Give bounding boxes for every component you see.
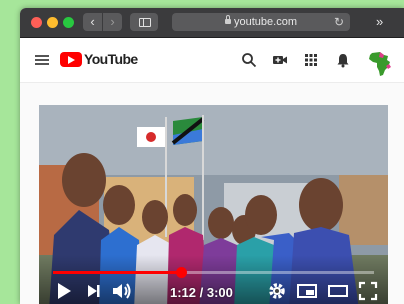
theater-icon[interactable] — [327, 281, 349, 301]
youtube-logo-text: YouTube — [84, 51, 138, 67]
browser-window: ‹ › youtube.com ↻ » YouTube 1:12 / 3:00 — [20, 8, 404, 304]
sidebar-toggle-button[interactable] — [130, 13, 158, 31]
time-display: 1:12 / 3:00 — [170, 285, 233, 300]
reload-button[interactable]: ↻ — [334, 13, 344, 31]
video-player[interactable]: 1:12 / 3:00 — [39, 105, 388, 304]
account-avatar[interactable] — [364, 48, 394, 78]
apps-icon[interactable] — [303, 52, 319, 68]
miniplayer-icon[interactable] — [296, 281, 318, 301]
forward-button[interactable]: › — [103, 13, 122, 31]
bell-icon[interactable] — [335, 52, 351, 68]
video-frame — [39, 105, 388, 304]
back-button[interactable]: ‹ — [83, 13, 102, 31]
minimize-window-button[interactable] — [47, 17, 58, 28]
lock-icon — [225, 15, 231, 24]
next-icon[interactable] — [85, 281, 103, 301]
video-add-icon[interactable] — [272, 52, 288, 68]
watch-page: 1:12 / 3:00 — [20, 83, 404, 304]
youtube-play-logo-icon — [60, 52, 82, 67]
africa-map-avatar-image — [369, 52, 391, 76]
maximize-window-button[interactable] — [63, 17, 74, 28]
close-window-button[interactable] — [31, 17, 42, 28]
progress-scrubber-handle[interactable] — [175, 267, 187, 278]
sidebar-icon — [139, 18, 151, 27]
menu-icon[interactable] — [35, 55, 49, 66]
youtube-header: YouTube — [20, 38, 404, 83]
search-icon[interactable] — [241, 52, 257, 68]
url-text: youtube.com — [234, 16, 297, 28]
progress-bar[interactable] — [53, 267, 374, 278]
settings-icon[interactable] — [267, 281, 287, 301]
progress-bar-played — [53, 271, 182, 274]
volume-icon[interactable] — [111, 281, 133, 301]
play-icon[interactable] — [55, 281, 73, 301]
browser-titlebar: ‹ › youtube.com ↻ » — [20, 8, 404, 38]
address-bar[interactable]: youtube.com ↻ — [172, 13, 350, 31]
toolbar-overflow-button[interactable]: » — [376, 13, 383, 31]
player-controls: 1:12 / 3:00 — [39, 279, 388, 304]
fullscreen-icon[interactable] — [358, 281, 378, 301]
